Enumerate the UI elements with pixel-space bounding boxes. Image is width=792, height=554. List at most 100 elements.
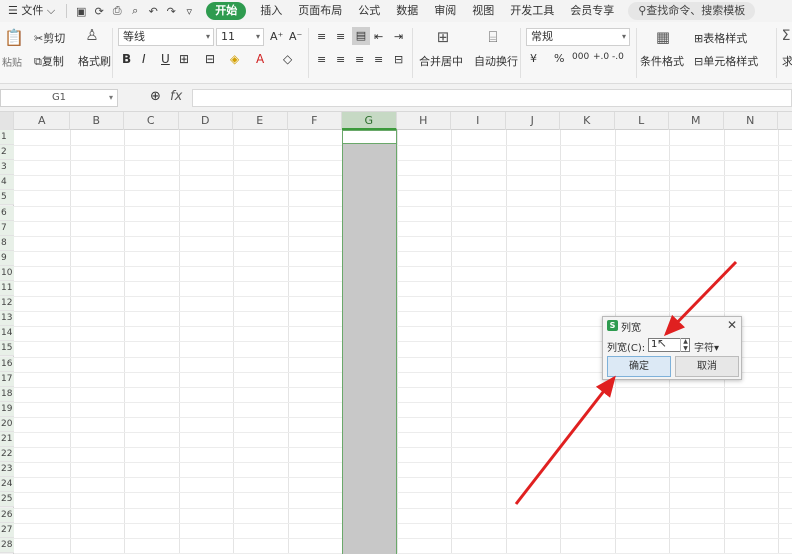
print-preview-icon[interactable]: ⌕: [128, 4, 142, 18]
format-painter-label[interactable]: 格式刷: [78, 53, 111, 69]
conditional-format-icon[interactable]: ▦: [652, 28, 674, 46]
print-icon[interactable]: ⎙: [110, 4, 124, 18]
tab-member[interactable]: 会员专享: [562, 0, 622, 22]
font-grow-icon[interactable]: A⁺: [270, 30, 283, 43]
cut-button[interactable]: ✂剪切: [34, 30, 65, 46]
tab-formulas[interactable]: 公式: [350, 0, 388, 22]
undo-icon[interactable]: ↶: [146, 4, 160, 18]
formula-input[interactable]: [192, 89, 792, 107]
row-header-1[interactable]: 1: [0, 130, 14, 145]
row-header-11[interactable]: 11: [0, 281, 14, 296]
indent-left-icon[interactable]: ⇤: [374, 30, 383, 43]
row-header-26[interactable]: 26: [0, 507, 14, 523]
row-header-21[interactable]: 21: [0, 432, 14, 447]
eraser-icon[interactable]: ◇: [283, 52, 292, 66]
column-header-b[interactable]: B: [70, 112, 124, 130]
row-header-23[interactable]: 23: [0, 462, 14, 478]
row-header-5[interactable]: 5: [0, 190, 14, 206]
row-header-13[interactable]: 13: [0, 311, 14, 327]
column-header-k[interactable]: K: [560, 112, 615, 130]
row-header-20[interactable]: 20: [0, 416, 14, 432]
row-header-6[interactable]: 6: [0, 205, 14, 221]
conditional-format-label[interactable]: 条件格式: [640, 53, 684, 69]
number-format-select[interactable]: 常规 ▾: [526, 28, 630, 46]
table-style-button[interactable]: ⊞表格样式: [694, 30, 747, 46]
distribute-icon[interactable]: ⊟: [394, 53, 403, 66]
tab-review[interactable]: 审阅: [426, 0, 464, 22]
sync-icon[interactable]: ⟳: [92, 4, 106, 18]
cell-style-button[interactable]: ⊟单元格样式: [694, 53, 758, 69]
align-bottom-icon[interactable]: ▤: [352, 27, 370, 45]
fx-icon[interactable]: fx: [170, 89, 182, 104]
sum-label[interactable]: 求: [782, 53, 792, 69]
file-menu[interactable]: ☰ 文件 ⌵: [0, 0, 63, 22]
selected-column-g[interactable]: [342, 130, 397, 554]
column-header-h[interactable]: H: [397, 112, 451, 130]
column-header-g[interactable]: G: [342, 112, 397, 130]
row-header-7[interactable]: 7: [0, 220, 14, 236]
tab-developer[interactable]: 开发工具: [502, 0, 562, 22]
column-header-j[interactable]: J: [506, 112, 560, 130]
ok-button[interactable]: 确定: [607, 356, 671, 377]
format-painter-icon[interactable]: ♙: [84, 26, 100, 44]
tab-page-layout[interactable]: 页面布局: [290, 0, 350, 22]
merge-icon[interactable]: ⊞: [432, 28, 454, 46]
column-header-m[interactable]: M: [669, 112, 724, 130]
align-top-icon[interactable]: ≡: [317, 30, 326, 43]
align-right-icon[interactable]: ≡: [355, 53, 364, 66]
row-header-17[interactable]: 17: [0, 371, 14, 387]
row-header-8[interactable]: 8: [0, 235, 14, 251]
indent-right-icon[interactable]: ⇥: [394, 30, 403, 43]
name-box[interactable]: G1 ▾: [0, 89, 118, 107]
column-header-d[interactable]: D: [179, 112, 233, 130]
decrease-decimal-icon[interactable]: -.0: [612, 52, 624, 62]
align-left-icon[interactable]: ≡: [317, 53, 326, 66]
column-header-a[interactable]: A: [15, 112, 70, 130]
customize-icon[interactable]: ▿: [182, 4, 196, 18]
row-header-25[interactable]: 25: [0, 492, 14, 508]
font-color-icon[interactable]: A: [256, 52, 264, 66]
column-header-c[interactable]: C: [124, 112, 179, 130]
column-header-n[interactable]: N: [724, 112, 778, 130]
sum-icon[interactable]: Σ: [780, 28, 792, 44]
command-search[interactable]: ⚲查找命令、搜索模板: [628, 2, 756, 20]
stepper-icon[interactable]: ▲ ▼: [680, 338, 690, 352]
justify-icon[interactable]: ≡: [374, 53, 383, 66]
tab-data[interactable]: 数据: [388, 0, 426, 22]
wrap-text-label[interactable]: 自动换行: [474, 53, 518, 69]
row-header-3[interactable]: 3: [0, 160, 14, 176]
thousands-icon[interactable]: 000: [572, 52, 589, 62]
tab-home[interactable]: 开始: [206, 2, 247, 20]
copy-button[interactable]: ⧉复制: [34, 53, 64, 69]
cancel-button[interactable]: 取消: [675, 356, 739, 377]
row-header-10[interactable]: 10: [0, 265, 14, 281]
row-header-14[interactable]: 14: [0, 326, 14, 342]
tab-view[interactable]: 视图: [464, 0, 502, 22]
zoom-icon[interactable]: ⊕: [150, 89, 161, 104]
row-header-4[interactable]: 4: [0, 175, 14, 191]
wrap-text-icon[interactable]: ⌸: [482, 28, 504, 46]
underline-icon[interactable]: U: [161, 52, 170, 66]
save-icon[interactable]: ▣: [74, 4, 88, 18]
row-header-16[interactable]: 16: [0, 356, 14, 372]
row-header-2[interactable]: 2: [0, 145, 14, 161]
border-icon[interactable]: ⊞: [179, 52, 189, 66]
row-header-9[interactable]: 9: [0, 250, 14, 266]
paste-label[interactable]: 粘贴: [2, 54, 22, 69]
redo-icon[interactable]: ↷: [164, 4, 178, 18]
fill-icon[interactable]: ⊟: [205, 52, 215, 66]
row-header-18[interactable]: 18: [0, 386, 14, 402]
align-middle-icon[interactable]: ≡: [336, 30, 345, 43]
font-size-select[interactable]: 11 ▾: [216, 28, 264, 46]
close-icon[interactable]: ✕: [727, 318, 737, 332]
row-header-24[interactable]: 24: [0, 477, 14, 493]
column-header-l[interactable]: L: [615, 112, 669, 130]
row-header-27[interactable]: 27: [0, 522, 14, 538]
column-header-i[interactable]: I: [451, 112, 506, 130]
bold-icon[interactable]: B: [122, 52, 131, 66]
merge-center-label[interactable]: 合并居中: [419, 53, 463, 69]
increase-decimal-icon[interactable]: +.0: [593, 52, 609, 62]
paste-icon[interactable]: 📋: [4, 28, 24, 47]
column-header-e[interactable]: E: [233, 112, 288, 130]
dialog-titlebar[interactable]: S 列宽 ✕: [603, 317, 743, 335]
